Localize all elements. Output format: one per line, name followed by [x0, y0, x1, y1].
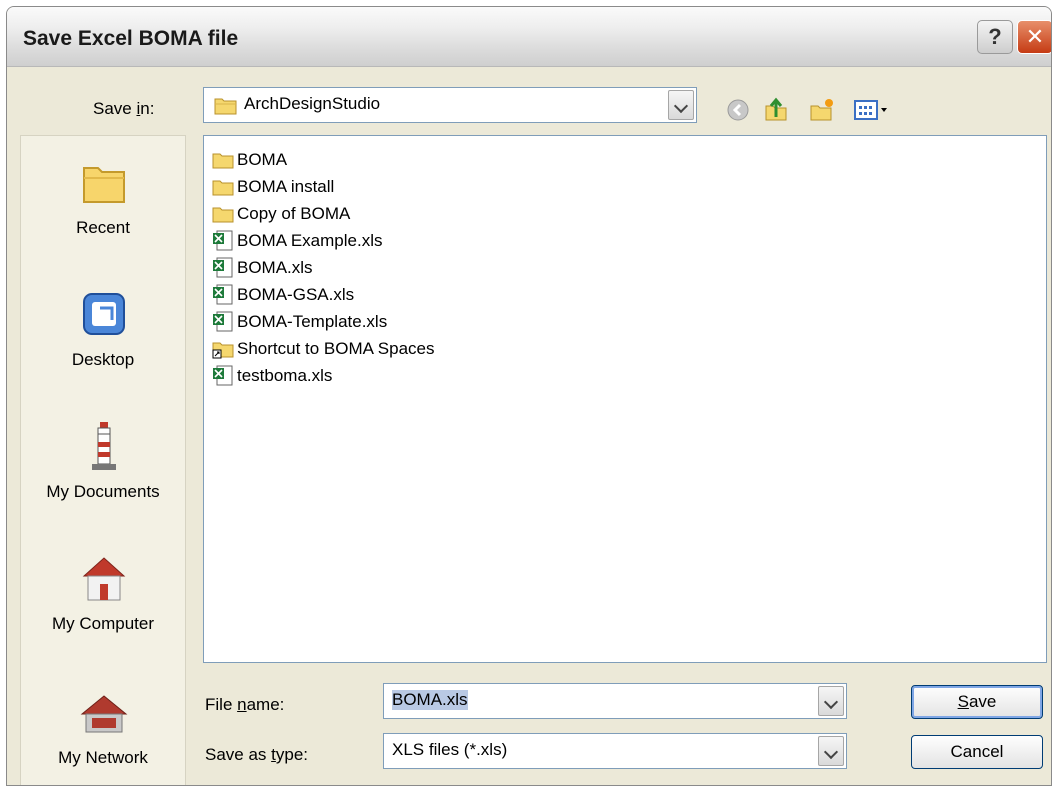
file-name: BOMA: [237, 150, 288, 169]
file-name-label: File name:: [205, 695, 285, 714]
views-menu-icon[interactable]: [853, 97, 891, 123]
list-item[interactable]: testboma.xls: [212, 362, 532, 390]
chevron-down-icon[interactable]: [818, 736, 844, 766]
dialog-title: Save Excel BOMA file: [23, 27, 239, 50]
desktop-icon: [83, 293, 125, 335]
list-item[interactable]: Shortcut to BOMA Spaces: [212, 335, 532, 363]
place-my-network[interactable]: My Network: [21, 684, 185, 785]
excel-file-icon: [213, 230, 233, 251]
chevron-down-icon[interactable]: [668, 90, 694, 120]
file-name: BOMA Example.xls: [237, 231, 383, 250]
file-name: Copy of BOMA: [237, 204, 351, 223]
help-button[interactable]: ?: [977, 20, 1013, 54]
list-item[interactable]: BOMA install: [212, 173, 532, 201]
excel-file-icon: [213, 365, 233, 386]
place-label: Recent: [76, 218, 130, 237]
folder-icon: [214, 98, 237, 115]
new-folder-icon[interactable]: [809, 97, 835, 123]
file-name: BOMA.xls: [237, 258, 313, 277]
save-as-type-label: Save as type:: [205, 745, 309, 764]
excel-file-icon: [213, 284, 233, 305]
place-my-computer[interactable]: My Computer: [21, 550, 185, 680]
place-label: My Computer: [51, 614, 155, 633]
cancel-button[interactable]: Cancel: [911, 735, 1043, 769]
excel-file-icon: [213, 311, 233, 332]
save-as-type-dropdown[interactable]: XLS files (*.xls): [383, 733, 847, 769]
file-name-field[interactable]: BOMA.xls: [383, 683, 847, 719]
place-recent[interactable]: Recent: [21, 154, 185, 284]
file-name: Shortcut to BOMA Spaces: [237, 339, 435, 358]
folder-icon: [212, 207, 234, 223]
save-button[interactable]: Save: [911, 685, 1043, 719]
file-name: BOMA-GSA.xls: [237, 285, 355, 304]
file-name: testboma.xls: [237, 366, 333, 385]
file-name: BOMA install: [237, 177, 335, 196]
excel-file-icon: [213, 257, 233, 278]
list-item[interactable]: BOMA Example.xls: [212, 227, 532, 255]
up-folder-icon[interactable]: [763, 97, 789, 123]
my-computer-icon: [82, 557, 126, 601]
list-item[interactable]: BOMA.xls: [212, 254, 532, 282]
my-network-icon: [80, 695, 128, 733]
file-list[interactable]: BOMA BOMA install Copy of BOMA BOMA Exam…: [203, 135, 1047, 663]
recent-folder-icon: [83, 167, 125, 203]
list-item[interactable]: BOMA-Template.xls: [212, 308, 532, 336]
save-in-value: ArchDesignStudio: [244, 94, 381, 113]
place-label: Desktop: [71, 350, 135, 369]
save-in-label: Save in:: [93, 99, 155, 118]
file-name: BOMA-Template.xls: [237, 312, 388, 331]
list-item[interactable]: BOMA: [212, 146, 532, 174]
save-as-type-value: XLS files (*.xls): [392, 740, 508, 759]
title-bar[interactable]: Save Excel BOMA file ? ✕: [7, 7, 1051, 67]
place-label: My Documents: [46, 482, 160, 501]
place-label: My Network: [58, 748, 148, 767]
folder-icon: [212, 180, 234, 196]
my-documents-icon: [92, 422, 116, 470]
list-item[interactable]: BOMA-GSA.xls: [212, 281, 532, 309]
place-desktop[interactable]: Desktop: [21, 286, 185, 416]
close-button[interactable]: ✕: [1017, 20, 1051, 54]
list-item[interactable]: Copy of BOMA: [212, 200, 532, 228]
place-my-documents[interactable]: My Documents: [21, 418, 185, 548]
places-bar: Recent Desktop My Documents My Computer …: [20, 135, 186, 785]
folder-icon: [212, 153, 234, 169]
save-dialog: Save Excel BOMA file ? ✕ Save in: ArchDe…: [6, 6, 1052, 786]
save-in-dropdown[interactable]: ArchDesignStudio: [203, 87, 697, 123]
shortcut-folder-icon: [212, 342, 234, 359]
file-name-input[interactable]: BOMA.xls: [392, 690, 468, 710]
back-icon[interactable]: [725, 97, 751, 123]
chevron-down-icon[interactable]: [818, 686, 844, 716]
